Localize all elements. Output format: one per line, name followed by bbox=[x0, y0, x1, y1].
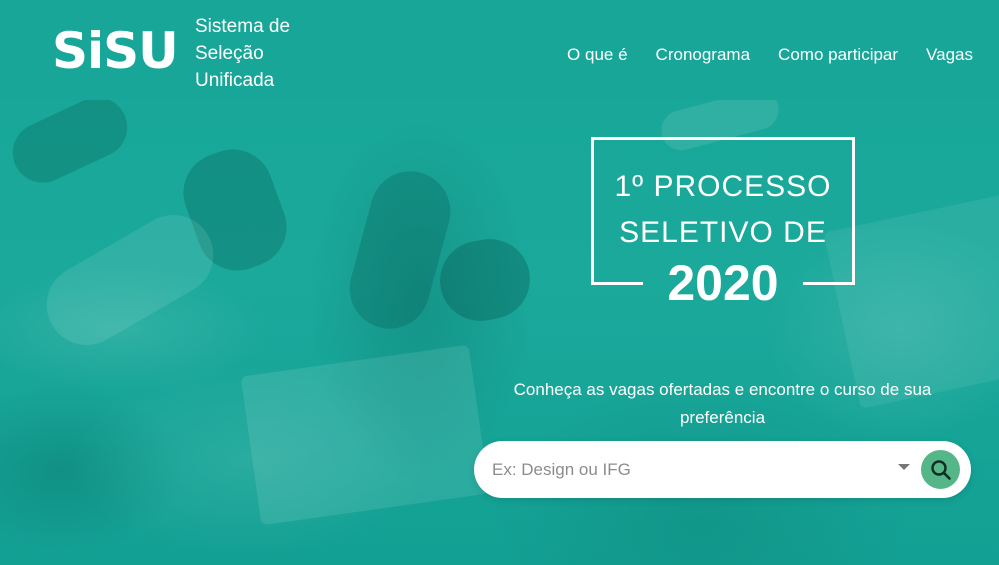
caret-down-icon[interactable] bbox=[898, 464, 910, 470]
course-search-bar bbox=[474, 441, 971, 498]
site-header: SiSU Sistema de Seleção Unificada O que … bbox=[0, 0, 999, 100]
nav-link-como-participar[interactable]: Como participar bbox=[778, 44, 898, 66]
hero-title-line2: SELETIVO DE bbox=[619, 216, 827, 249]
hero-subtitle: Conheça as vagas ofertadas e encontre o … bbox=[513, 380, 932, 427]
background-shape bbox=[32, 200, 228, 360]
background-shape bbox=[240, 344, 490, 526]
background-shape bbox=[340, 162, 460, 338]
search-button[interactable] bbox=[921, 450, 960, 489]
sisu-logo[interactable]: SiSU bbox=[52, 22, 179, 80]
tagline-line: Seleção bbox=[195, 43, 264, 64]
background-shape bbox=[433, 232, 537, 328]
nav-link-o-que-e[interactable]: O que é bbox=[567, 44, 628, 66]
hero-title-year: 2020 bbox=[667, 255, 779, 311]
tagline-line: Sistema de bbox=[195, 16, 291, 37]
main-nav: O que é Cronograma Como participar Vagas bbox=[567, 44, 973, 66]
nav-link-vagas[interactable]: Vagas bbox=[926, 44, 973, 66]
background-shape bbox=[2, 87, 138, 193]
course-search-input[interactable] bbox=[492, 456, 892, 484]
logo-tagline: Sistema de Seleção Unificada bbox=[195, 13, 325, 94]
nav-link-cronograma[interactable]: Cronograma bbox=[656, 44, 751, 66]
hero-title-line1: 1º PROCESSO bbox=[614, 170, 832, 203]
tagline-line: Unificada bbox=[195, 70, 275, 91]
search-icon bbox=[930, 459, 951, 480]
